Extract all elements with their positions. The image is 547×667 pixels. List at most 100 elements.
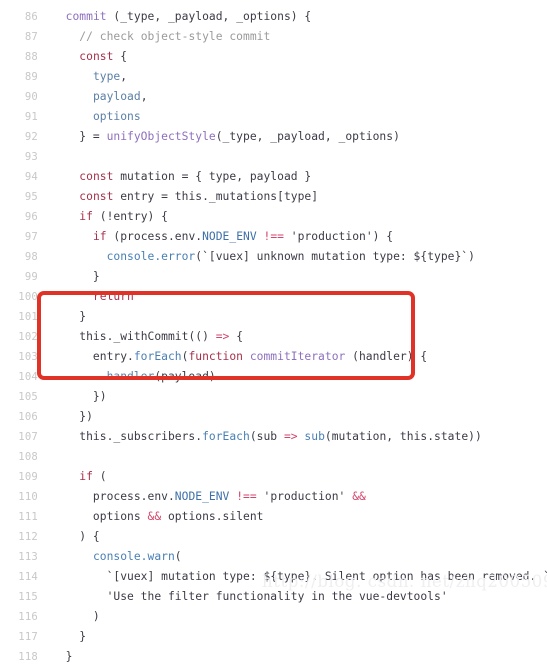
code-token-plain: mutation = { type, payload } (113, 170, 312, 183)
code-token-plain: _withCommit(() (113, 330, 216, 343)
code-line: 94 const mutation = { type, payload } (0, 167, 547, 187)
code-line-content: } (38, 307, 547, 327)
line-number: 110 (18, 491, 38, 503)
code-line: 110 process.env.NODE_ENV !== 'production… (0, 487, 547, 507)
code-token-plain: ) (52, 610, 100, 623)
code-line-content: if (process.env.NODE_ENV !== 'production… (38, 227, 547, 247)
code-token-const: NODE_ENV (202, 230, 257, 243)
code-token-plain: { (229, 330, 244, 343)
line-number: 88 (24, 51, 38, 63)
line-number: 99 (24, 271, 38, 283)
code-token-func: unifyObjectStyle (106, 130, 216, 143)
line-number: 91 (24, 111, 38, 123)
code-line-content: options && options.silent (38, 507, 547, 527)
code-line: 91 options (0, 107, 547, 127)
line-number: 116 (18, 611, 38, 623)
code-token-op: !== (263, 230, 284, 243)
code-line-content: return (38, 287, 547, 307)
code-token-plain: this._subscribers. (52, 430, 203, 443)
line-number: 117 (18, 631, 38, 643)
code-line: 99 } (0, 267, 547, 287)
code-token-string: 'Use the filter functionality in the vue… (106, 590, 448, 603)
code-token-method: sub (304, 430, 325, 443)
code-token-keyword: const (79, 170, 114, 183)
code-line: 111 options && options.silent (0, 507, 547, 527)
code-line: 118 } (0, 647, 547, 667)
line-number: 93 (24, 151, 38, 163)
line-number: 112 (18, 531, 38, 543)
code-token-plain: } (52, 630, 87, 643)
code-token-plain: ( (92, 470, 107, 483)
code-line-content: const entry = this._mutations[type] (38, 187, 547, 207)
line-number: 108 (18, 451, 38, 463)
line-number: 102 (18, 331, 38, 343)
code-token-string: 'production' (263, 490, 346, 503)
code-line: 92 } = unifyObjectStyle(_type, _payload,… (0, 127, 547, 147)
line-number: 87 (24, 31, 38, 43)
code-line-content: } (38, 267, 547, 287)
code-token-func: commit (65, 10, 107, 23)
code-line-list: 86 commit (_type, _payload, _options) {8… (0, 7, 547, 667)
code-token-ident: type (92, 70, 121, 83)
code-line: 109 if ( (0, 467, 547, 487)
code-token-keyword: if (79, 470, 93, 483)
code-line: 116 ) (0, 607, 547, 627)
code-line-content: handler(payload) (38, 367, 547, 387)
line-number: 104 (18, 371, 38, 383)
code-line-content: const mutation = { type, payload } (38, 167, 547, 187)
code-line-content: }) (38, 407, 547, 427)
code-token-op: && (352, 490, 366, 503)
code-line-content: this._withCommit(() => { (38, 327, 547, 347)
code-line-content: }) (38, 387, 547, 407)
line-number: 98 (24, 251, 38, 263)
code-line-content: options (38, 107, 547, 127)
code-line-content (38, 147, 547, 167)
code-line: 106 }) (0, 407, 547, 427)
code-line-content: console.error(`[vuex] unknown mutation t… (38, 247, 547, 267)
code-token-method: console.warn (92, 550, 175, 563)
code-token-plain: } (52, 650, 73, 663)
code-token-plain: (process.env. (106, 230, 203, 243)
code-token-op: => (283, 430, 298, 443)
code-line: 102 this._withCommit(() => { (0, 327, 547, 347)
line-number: 103 (18, 351, 38, 363)
line-number: 114 (18, 571, 38, 583)
code-token-plain: (_type, _payload, _options) { (106, 10, 312, 23)
code-token-plain: process.env. (52, 490, 175, 503)
code-token-comment: // check object-style commit (79, 30, 271, 43)
line-number: 90 (24, 91, 38, 103)
watermark-text: http://blog. csdn. net/zhq2005095 (262, 572, 547, 591)
code-token-op: !== (236, 490, 257, 503)
code-token-op: && (147, 510, 162, 523)
code-token-plain: , (140, 90, 148, 103)
code-token-func: commitIterator (249, 350, 346, 363)
code-line-content: process.env.NODE_ENV !== 'production' && (38, 487, 547, 507)
code-line: 104 handler(payload) (0, 367, 547, 387)
code-token-const: NODE_ENV (174, 490, 230, 503)
code-token-plain: (!entry) { (92, 210, 168, 223)
code-token-plain: (payload) (154, 370, 216, 383)
code-token-plain: } (52, 270, 100, 283)
code-line: 88 const { (0, 47, 547, 67)
code-token-ident: handler (106, 370, 155, 383)
code-token-op: => (215, 330, 230, 343)
code-line-content: ) (38, 607, 547, 627)
code-token-method: console.error (106, 250, 196, 263)
line-number: 105 (18, 391, 38, 403)
code-line-content: payload, (38, 87, 547, 107)
code-line: 95 const entry = this._mutations[type] (0, 187, 547, 207)
code-token-plain: }) (52, 390, 107, 403)
code-line-content: } (38, 647, 547, 667)
line-number: 94 (24, 171, 38, 183)
code-line: 87 // check object-style commit (0, 27, 547, 47)
line-number: 115 (18, 591, 38, 603)
code-token-keyword: const (79, 190, 114, 203)
